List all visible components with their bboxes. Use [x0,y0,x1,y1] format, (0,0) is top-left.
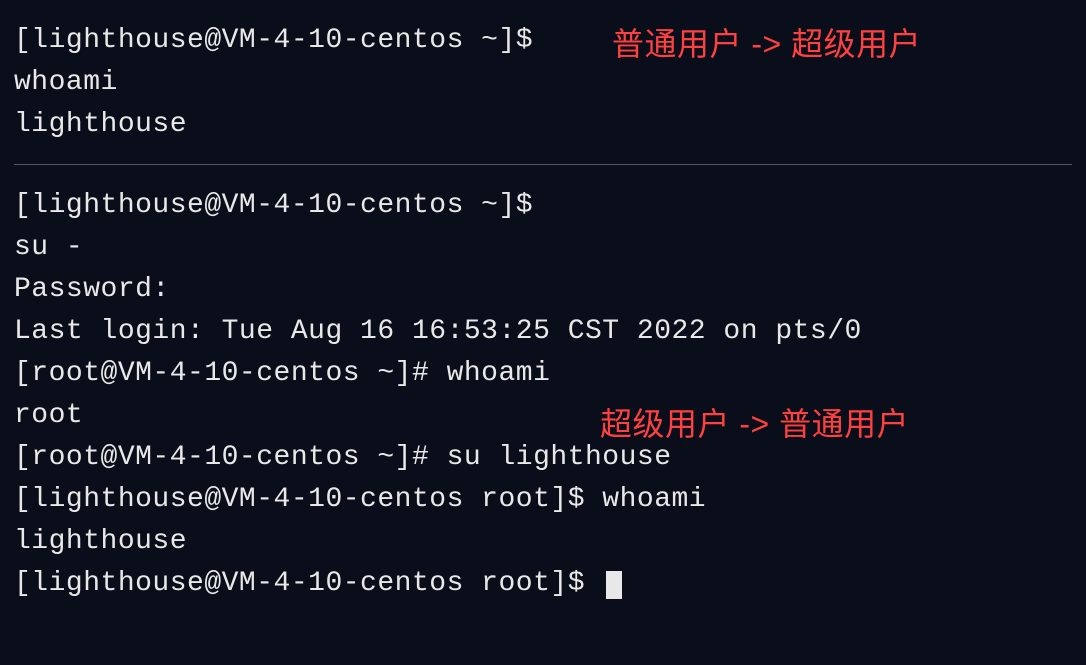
shell-prompt: [lighthouse@VM-4-10-centos root]$ [14,568,602,599]
terminal-output: lighthouse [14,104,1072,146]
terminal-line: [lighthouse@VM-4-10-centos ~]$ [14,185,1072,227]
terminal-line: whoami [14,62,1072,104]
terminal-line: Password: [14,269,1072,311]
terminal-line: [root@VM-4-10-centos ~]# su lighthouse [14,437,1072,479]
terminal-line: [root@VM-4-10-centos ~]# whoami [14,353,1072,395]
divider [14,164,1072,165]
terminal-block-2: [lighthouse@VM-4-10-centos ~]$ su - Pass… [14,185,1072,605]
terminal-line: [lighthouse@VM-4-10-centos root]$ whoami [14,479,1072,521]
terminal-line: [lighthouse@VM-4-10-centos root]$ [14,563,1072,605]
shell-prompt: [lighthouse@VM-4-10-centos ~]$ [14,25,550,56]
terminal-line: su - [14,227,1072,269]
terminal-block-1: [lighthouse@VM-4-10-centos ~]$ whoami li… [14,20,1072,146]
terminal-output: root [14,395,1072,437]
terminal-line: [lighthouse@VM-4-10-centos ~]$ [14,20,1072,62]
terminal-output: lighthouse [14,521,1072,563]
cursor-block [606,571,622,599]
terminal-line: Last login: Tue Aug 16 16:53:25 CST 2022… [14,311,1072,353]
